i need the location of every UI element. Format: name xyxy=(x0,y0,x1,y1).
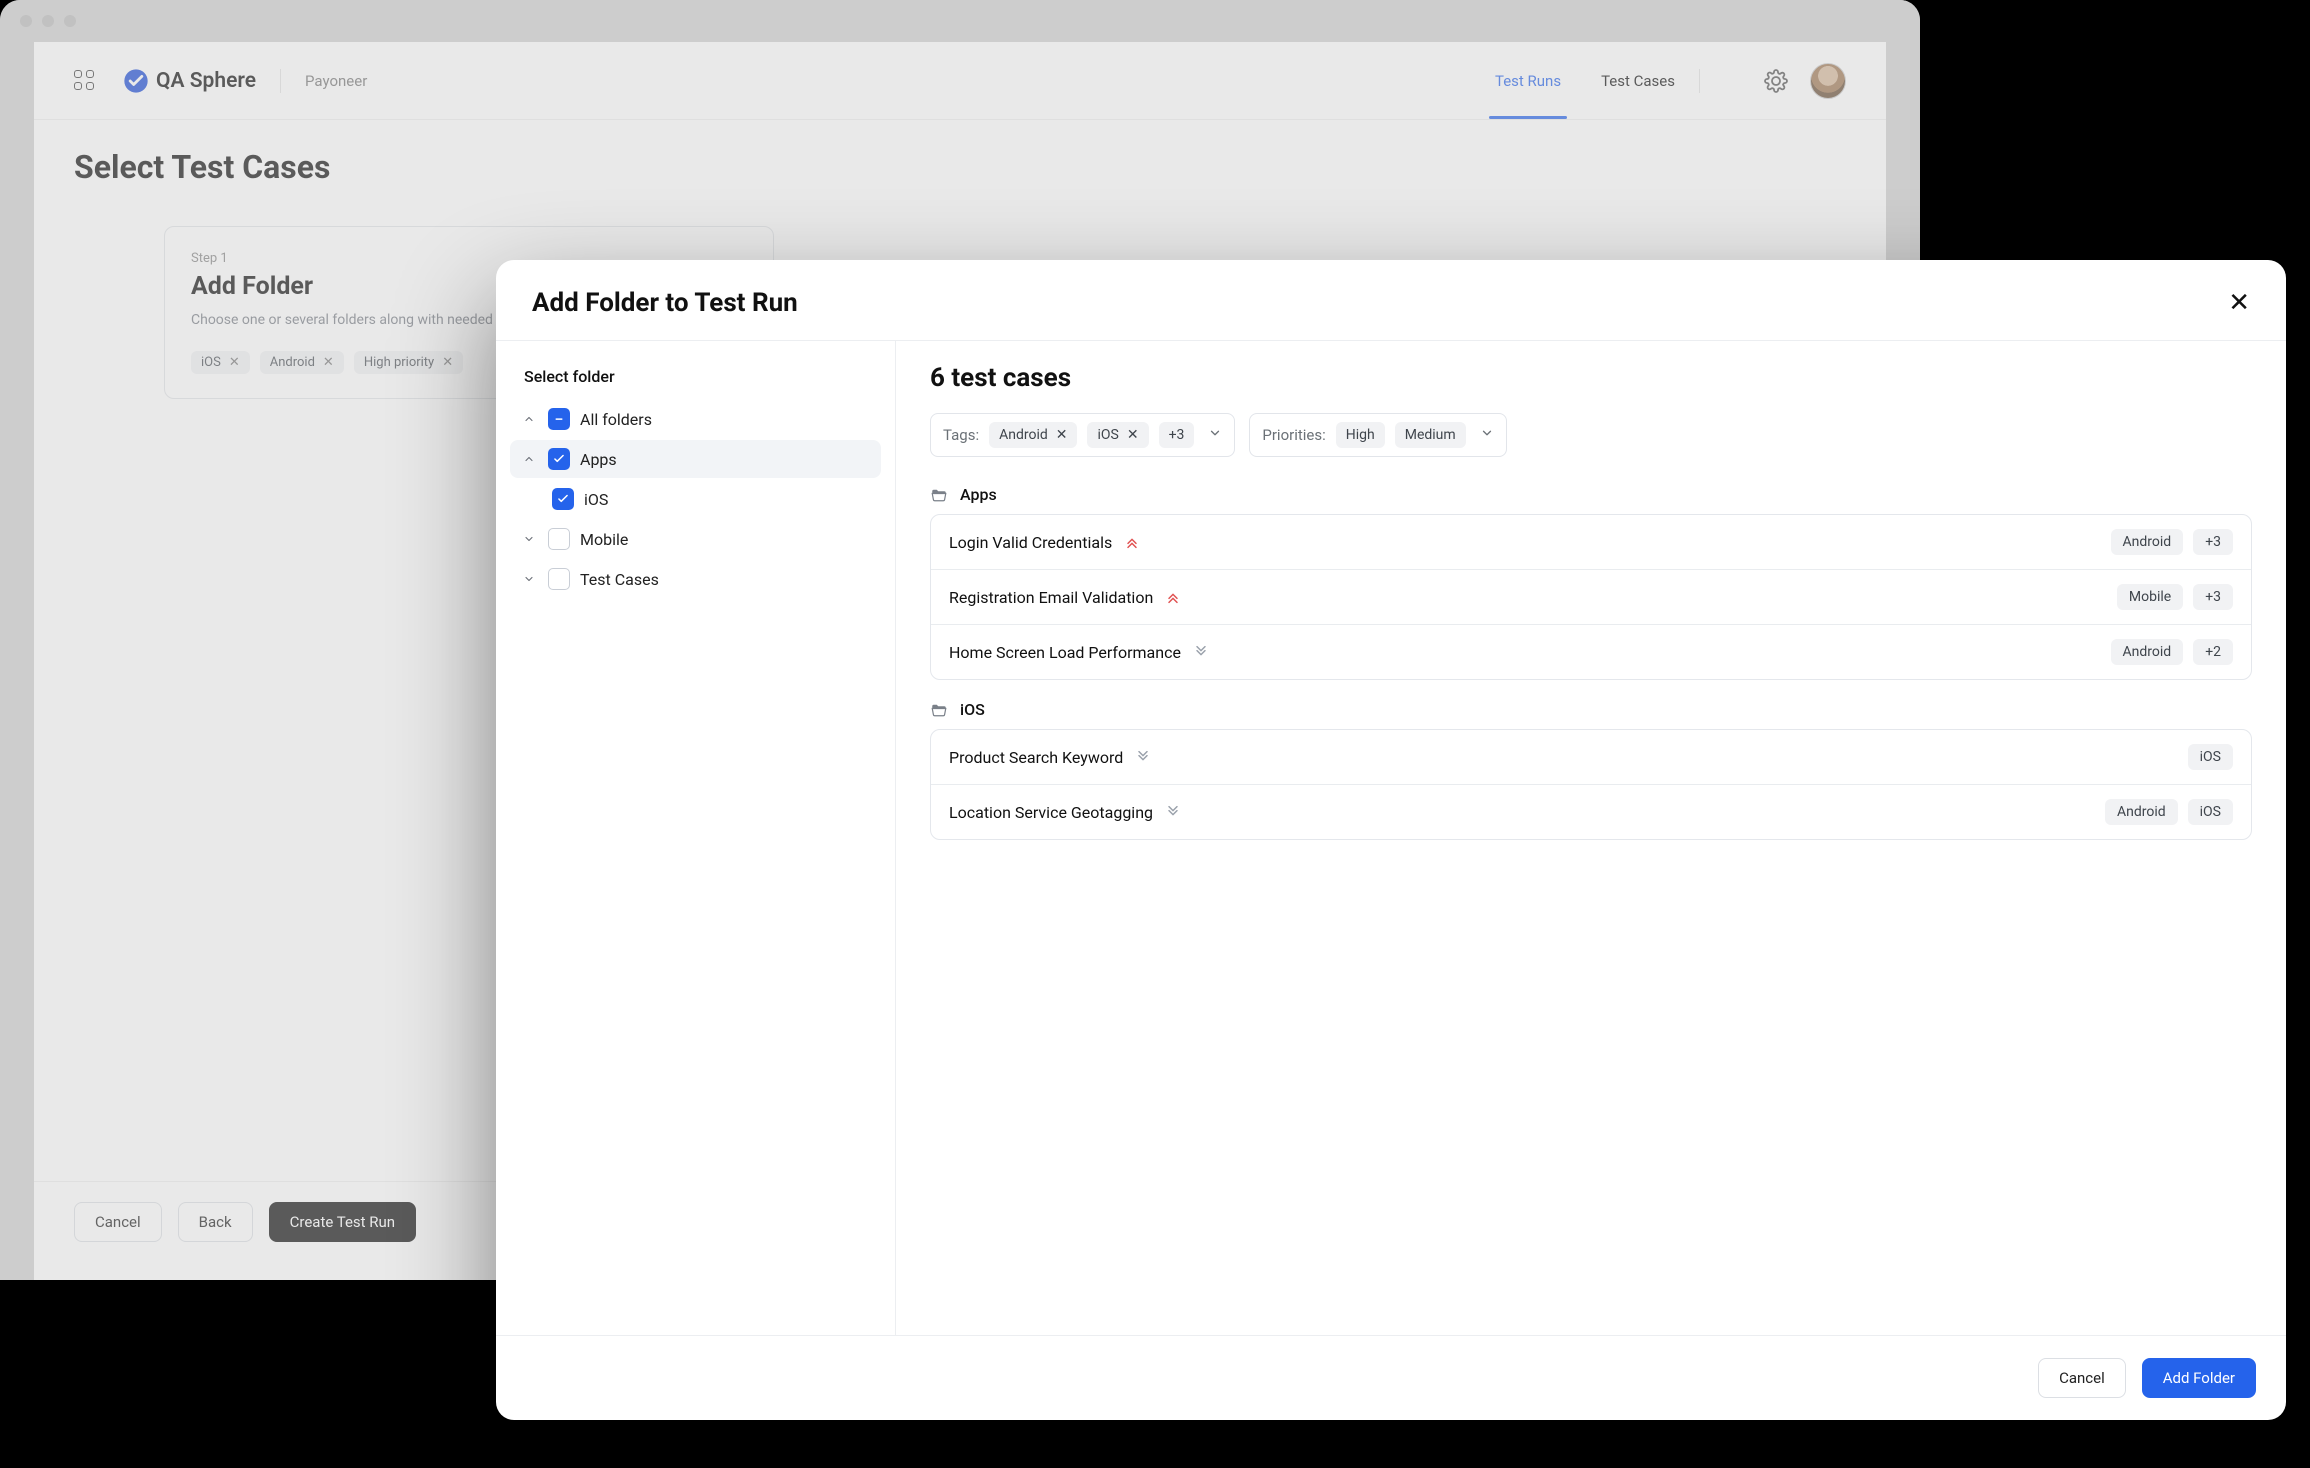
priority-low-icon xyxy=(1193,644,1209,660)
tree-label: Test Cases xyxy=(580,570,659,589)
modal-footer: Cancel Add Folder xyxy=(496,1335,2286,1420)
tag-pill[interactable]: iOS✕ xyxy=(1087,422,1148,448)
modal-title: Add Folder to Test Run xyxy=(532,288,798,318)
add-folder-modal: Add Folder to Test Run ✕ Select folder A… xyxy=(496,260,2286,1420)
tag-badge: iOS xyxy=(2188,744,2233,770)
tree-row-mobile[interactable]: Mobile xyxy=(510,520,881,558)
tree-row-all-folders[interactable]: All folders xyxy=(510,400,881,438)
tag-more-pill[interactable]: +3 xyxy=(1159,422,1195,448)
chevron-down-icon[interactable] xyxy=(520,570,538,588)
tag-badge: iOS xyxy=(2188,799,2233,825)
folder-open-icon xyxy=(930,486,948,504)
checkbox-indeterminate[interactable] xyxy=(548,408,570,430)
test-case-row[interactable]: Product Search Keyword iOS xyxy=(931,730,2251,785)
tree-label: iOS xyxy=(584,490,608,509)
test-case-title: Registration Email Validation xyxy=(949,588,1153,607)
chevron-up-icon[interactable] xyxy=(520,410,538,428)
tree-row-ios[interactable]: iOS xyxy=(510,480,881,518)
group-header: Apps xyxy=(930,485,2252,504)
folder-tree-pane: Select folder All folders xyxy=(496,341,896,1335)
tag-badge: +2 xyxy=(2193,639,2233,665)
checkbox-unchecked[interactable] xyxy=(548,528,570,550)
priorities-label: Priorities: xyxy=(1262,426,1325,444)
test-case-title: Product Search Keyword xyxy=(949,748,1123,767)
test-cases-pane: 6 test cases Tags: Android✕ iOS✕ +3 Prio… xyxy=(896,341,2286,1335)
priority-low-icon xyxy=(1165,804,1181,820)
modal-header: Add Folder to Test Run ✕ xyxy=(496,260,2286,340)
test-case-list: Login Valid CredentialsAndroid+3Registra… xyxy=(930,514,2252,680)
priority-pill[interactable]: Medium xyxy=(1395,422,1466,448)
test-case-title: Home Screen Load Performance xyxy=(949,643,1181,662)
tags-label: Tags: xyxy=(943,426,979,444)
folder-open-icon xyxy=(930,701,948,719)
checkbox-checked[interactable] xyxy=(548,448,570,470)
test-case-row[interactable]: Location Service Geotagging Android iOS xyxy=(931,785,2251,839)
modal-body: Select folder All folders xyxy=(496,340,2286,1335)
checkbox-checked[interactable] xyxy=(552,488,574,510)
chevron-down-icon[interactable] xyxy=(1480,426,1494,444)
priority-pill[interactable]: High xyxy=(1336,422,1385,448)
modal-add-folder-button[interactable]: Add Folder xyxy=(2142,1358,2256,1398)
test-case-title: Location Service Geotagging xyxy=(949,803,1153,822)
test-cases-count: 6 test cases xyxy=(930,363,2252,393)
priority-high-icon xyxy=(1124,534,1140,550)
pill-close-icon[interactable]: ✕ xyxy=(1056,427,1068,443)
tree-row-test-cases[interactable]: Test Cases xyxy=(510,560,881,598)
priorities-filter[interactable]: Priorities: High Medium xyxy=(1249,413,1506,457)
group-header: iOS xyxy=(930,700,2252,719)
test-case-row[interactable]: Registration Email Validation Mobile +3 xyxy=(931,570,2251,625)
tree-label: Apps xyxy=(580,450,617,469)
test-case-row[interactable]: Home Screen Load Performance Android +2 xyxy=(931,625,2251,679)
close-icon[interactable]: ✕ xyxy=(2228,288,2250,318)
priority-high-icon xyxy=(1165,589,1181,605)
group-name: iOS xyxy=(960,700,985,719)
tag-badge: Mobile xyxy=(2117,584,2183,610)
tag-badge: Android xyxy=(2111,529,2184,555)
tags-filter[interactable]: Tags: Android✕ iOS✕ +3 xyxy=(930,413,1235,457)
tree-row-apps[interactable]: Apps xyxy=(510,440,881,478)
tag-pill[interactable]: Android✕ xyxy=(989,422,1077,448)
tag-badge: +3 xyxy=(2193,529,2233,555)
tree-label: All folders xyxy=(580,410,652,429)
group-name: Apps xyxy=(960,485,997,504)
modal-cancel-button[interactable]: Cancel xyxy=(2038,1358,2126,1398)
chevron-down-icon[interactable] xyxy=(1208,426,1222,444)
priority-low-icon xyxy=(1135,749,1151,765)
chevron-down-icon[interactable] xyxy=(520,530,538,548)
tree-label: Mobile xyxy=(580,530,628,549)
test-case-row[interactable]: Login Valid Credentials Android +3 xyxy=(931,515,2251,570)
folder-tree: All folders Apps iOS xyxy=(510,400,881,598)
filter-row: Tags: Android✕ iOS✕ +3 Priorities: High … xyxy=(930,413,2252,457)
pill-close-icon[interactable]: ✕ xyxy=(1127,427,1139,443)
chevron-up-icon[interactable] xyxy=(520,450,538,468)
test-case-title: Login Valid Credentials xyxy=(949,533,1112,552)
checkbox-unchecked[interactable] xyxy=(548,568,570,590)
tag-badge: Android xyxy=(2111,639,2184,665)
tag-badge: Android xyxy=(2105,799,2178,825)
tag-badge: +3 xyxy=(2193,584,2233,610)
select-folder-label: Select folder xyxy=(510,363,881,400)
test-case-list: Product Search KeywordiOSLocation Servic… xyxy=(930,729,2252,840)
